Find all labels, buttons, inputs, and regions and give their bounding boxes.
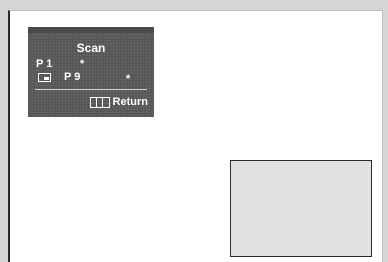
return-button[interactable]: Return xyxy=(89,96,148,108)
osd-title: Scan xyxy=(76,41,106,55)
pip-icon xyxy=(38,73,51,82)
return-label: Return xyxy=(112,96,148,108)
osd-top-bar xyxy=(28,27,154,33)
menu-icon xyxy=(89,96,110,108)
osd-divider xyxy=(35,89,147,90)
pip-window xyxy=(230,160,372,257)
sub-channel-marker: * xyxy=(126,73,131,85)
main-channel-marker: * xyxy=(80,58,85,70)
sub-channel-label: P 9 xyxy=(64,71,81,83)
main-channel-label: P 1 xyxy=(36,58,53,70)
scan-osd-menu: Scan P 1 * P 9 * Return xyxy=(28,27,154,117)
